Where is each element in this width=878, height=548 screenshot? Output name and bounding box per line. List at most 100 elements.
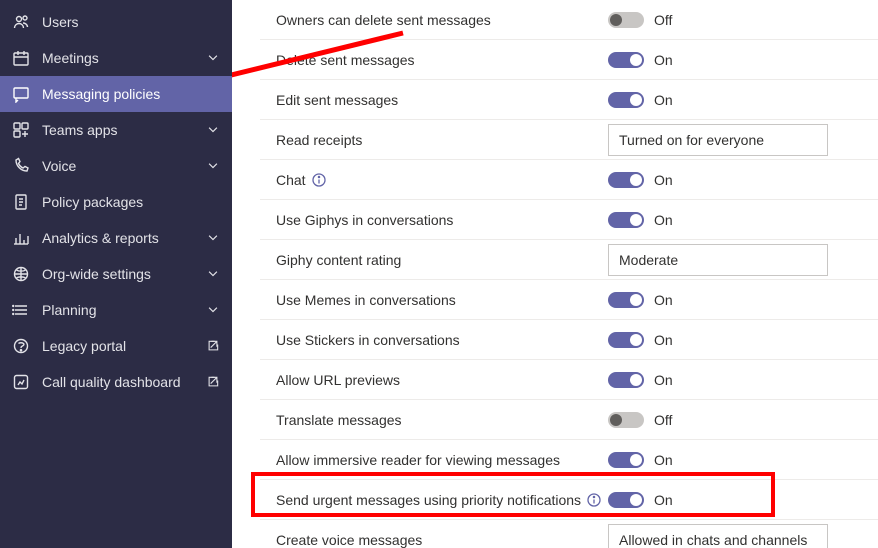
policy-icon (12, 193, 30, 211)
sidebar-item-legacy[interactable]: Legacy portal (0, 328, 232, 364)
setting-control: Allowed in chats and channels (608, 524, 878, 548)
toggle-state-text: On (654, 372, 673, 388)
setting-row: Use Giphys in conversations On (260, 200, 878, 240)
sidebar-item-label: Meetings (42, 50, 206, 66)
sidebar-item-analytics[interactable]: Analytics & reports (0, 220, 232, 256)
setting-label: Send urgent messages using priority noti… (260, 492, 608, 508)
voice-icon (12, 157, 30, 175)
toggle-knob (630, 334, 642, 346)
setting-label: Owners can delete sent messages (260, 12, 608, 28)
sidebar-item-label: Legacy portal (42, 338, 200, 354)
toggle-state-text: Off (654, 412, 672, 428)
toggle-switch[interactable] (608, 452, 644, 468)
setting-label: Chat (260, 172, 608, 188)
chevron-down-icon (206, 123, 220, 137)
info-icon[interactable] (312, 173, 326, 187)
chevron-down-icon (206, 231, 220, 245)
sidebar-item-apps[interactable]: Teams apps (0, 112, 232, 148)
sidebar: Users Meetings Messaging policies Teams app… (0, 0, 232, 548)
setting-label-text: Read receipts (276, 132, 362, 148)
toggle-state-text: On (654, 332, 673, 348)
setting-row: Translate messagesOff (260, 400, 878, 440)
toggle-knob (630, 174, 642, 186)
toggle-switch[interactable] (608, 212, 644, 228)
toggle-knob (630, 214, 642, 226)
toggle-state-text: On (654, 292, 673, 308)
sidebar-item-planning[interactable]: Planning (0, 292, 232, 328)
dropdown-select[interactable]: Turned on for everyone (608, 124, 828, 156)
setting-row: Use Memes in conversationsOn (260, 280, 878, 320)
sidebar-item-label: Messaging policies (42, 86, 220, 102)
sidebar-item-users[interactable]: Users (0, 4, 232, 40)
toggle-switch[interactable] (608, 292, 644, 308)
setting-label-text: Owners can delete sent messages (276, 12, 491, 28)
dropdown-select[interactable]: Allowed in chats and channels (608, 524, 828, 548)
toggle-state-text: On (654, 52, 673, 68)
toggle-knob (630, 454, 642, 466)
setting-row: Owners can delete sent messages Off (260, 0, 878, 40)
setting-label-text: Create voice messages (276, 532, 422, 548)
setting-control: On (608, 52, 878, 68)
toggle-switch[interactable] (608, 412, 644, 428)
sidebar-item-meetings[interactable]: Meetings (0, 40, 232, 76)
toggle-switch[interactable] (608, 92, 644, 108)
sidebar-item-quality[interactable]: Call quality dashboard (0, 364, 232, 400)
toggle-switch[interactable] (608, 332, 644, 348)
setting-control: Turned on for everyone (608, 124, 878, 156)
setting-control: Moderate (608, 244, 878, 276)
sidebar-item-label: Voice (42, 158, 206, 174)
setting-label-text: Use Giphys in conversations (276, 212, 453, 228)
toggle-switch[interactable] (608, 492, 644, 508)
chevron-down-icon (206, 303, 220, 317)
dropdown-value: Allowed in chats and channels (619, 532, 807, 548)
dropdown-value: Moderate (619, 252, 678, 268)
dropdown-value: Turned on for everyone (619, 132, 764, 148)
sidebar-item-messaging[interactable]: Messaging policies (0, 76, 232, 112)
analytics-icon (12, 229, 30, 247)
sidebar-item-label: Org-wide settings (42, 266, 206, 282)
sidebar-item-label: Users (42, 14, 220, 30)
setting-row: Chat On (260, 160, 878, 200)
apps-icon (12, 121, 30, 139)
planning-icon (12, 301, 30, 319)
setting-label-text: Use Stickers in conversations (276, 332, 460, 348)
info-icon[interactable] (587, 493, 601, 507)
toggle-switch[interactable] (608, 12, 644, 28)
setting-control: On (608, 332, 878, 348)
toggle-state-text: On (654, 452, 673, 468)
toggle-switch[interactable] (608, 372, 644, 388)
sidebar-item-org[interactable]: Org-wide settings (0, 256, 232, 292)
setting-row: Edit sent messagesOn (260, 80, 878, 120)
toggle-knob (630, 494, 642, 506)
setting-row: Allow immersive reader for viewing messa… (260, 440, 878, 480)
setting-label-text: Send urgent messages using priority noti… (276, 492, 581, 508)
setting-control: On (608, 372, 878, 388)
setting-control: On (608, 172, 878, 188)
legacy-icon (12, 337, 30, 355)
setting-row: Use Stickers in conversations On (260, 320, 878, 360)
sidebar-item-policy[interactable]: Policy packages (0, 184, 232, 220)
external-link-icon (206, 339, 220, 353)
setting-label: Delete sent messages (260, 52, 608, 68)
setting-control: On (608, 212, 878, 228)
setting-row: Send urgent messages using priority noti… (260, 480, 878, 520)
chevron-down-icon (206, 159, 220, 173)
setting-label: Allow immersive reader for viewing messa… (260, 452, 608, 468)
toggle-state-text: Off (654, 12, 672, 28)
setting-control: Off (608, 12, 878, 28)
toggle-knob (630, 54, 642, 66)
sidebar-item-voice[interactable]: Voice (0, 148, 232, 184)
setting-control: On (608, 492, 878, 508)
toggle-state-text: On (654, 92, 673, 108)
setting-label-text: Giphy content rating (276, 252, 401, 268)
setting-control: On (608, 292, 878, 308)
dropdown-select[interactable]: Moderate (608, 244, 828, 276)
setting-label-text: Allow immersive reader for viewing messa… (276, 452, 560, 468)
toggle-switch[interactable] (608, 52, 644, 68)
setting-label-text: Delete sent messages (276, 52, 415, 68)
toggle-state-text: On (654, 172, 673, 188)
sidebar-item-label: Analytics & reports (42, 230, 206, 246)
toggle-state-text: On (654, 492, 673, 508)
toggle-switch[interactable] (608, 172, 644, 188)
setting-label: Use Giphys in conversations (260, 212, 608, 228)
